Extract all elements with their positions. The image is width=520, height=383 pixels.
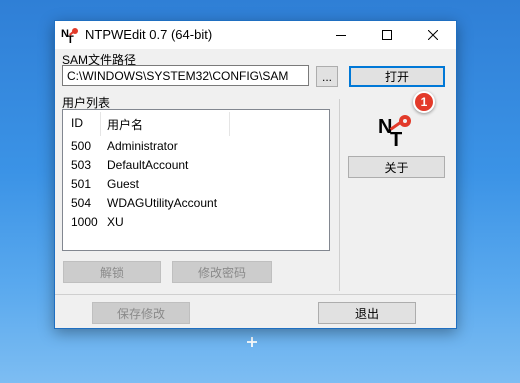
unlock-button[interactable]: 解锁	[63, 261, 161, 283]
user-name: DefaultAccount	[107, 158, 189, 172]
open-button[interactable]: 打开	[349, 66, 445, 87]
ntpwedit-logo: N T	[378, 115, 411, 147]
user-id: 500	[71, 139, 92, 153]
user-list[interactable]: ID 用户名 500 Administrator 503 DefaultAcco…	[62, 109, 330, 251]
step-badge: 1	[413, 91, 435, 113]
window-title: NTPWEdit 0.7 (64-bit)	[85, 27, 213, 42]
about-button[interactable]: 关于	[348, 156, 445, 178]
user-name: Guest	[107, 177, 140, 191]
minimize-button[interactable]	[318, 21, 364, 49]
browse-button[interactable]: ...	[316, 66, 338, 87]
desktop-sparkle	[247, 337, 257, 347]
change-password-button[interactable]: 修改密码	[172, 261, 272, 283]
user-id: 503	[71, 158, 92, 172]
maximize-button[interactable]	[364, 21, 410, 49]
sam-path-field[interactable]: C:\WINDOWS\SYSTEM32\CONFIG\SAM	[62, 65, 309, 86]
svg-text:T: T	[390, 129, 402, 147]
column-divider[interactable]	[229, 112, 230, 136]
column-header-username[interactable]: 用户名	[107, 116, 143, 133]
maximize-icon	[382, 30, 392, 40]
close-icon	[428, 30, 438, 40]
column-header-id[interactable]: ID	[71, 116, 83, 130]
vertical-divider	[339, 99, 340, 291]
user-id: 504	[71, 196, 92, 210]
user-id: 1000	[71, 215, 98, 229]
user-name: XU	[107, 215, 124, 229]
title-bar[interactable]: N T NTPWEdit 0.7 (64-bit)	[55, 21, 456, 49]
close-button[interactable]	[410, 21, 456, 49]
user-name: WDAGUtilityAccount	[107, 196, 218, 210]
exit-button[interactable]: 退出	[318, 302, 416, 324]
column-divider[interactable]	[100, 112, 101, 136]
save-changes-button[interactable]: 保存修改	[92, 302, 190, 324]
minimize-icon	[336, 35, 346, 36]
user-id: 501	[71, 177, 92, 191]
user-name: Administrator	[107, 139, 178, 153]
app-icon: N T	[61, 28, 78, 44]
ntpwedit-window: N T NTPWEdit 0.7 (64-bit) SAM文件路径 C:\WIN…	[54, 20, 457, 329]
horizontal-divider	[55, 294, 456, 295]
